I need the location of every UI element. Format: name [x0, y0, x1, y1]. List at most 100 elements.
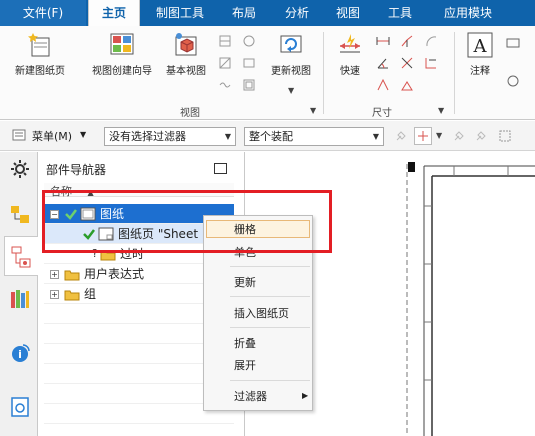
sheet-icon	[98, 227, 114, 241]
expand-icon[interactable]: +	[50, 290, 59, 299]
tree-label-out-of-date: 过时	[120, 247, 145, 261]
new-sheet-label: 新建图纸页	[15, 66, 65, 77]
checkmark-icon	[65, 209, 77, 220]
broken-view-icon[interactable]	[242, 56, 256, 70]
info-feed-icon[interactable]: i	[9, 342, 31, 364]
note-label: 注释	[470, 66, 490, 77]
menu-separator	[230, 266, 310, 267]
drawing-view-icon[interactable]	[242, 78, 256, 92]
detail-view-icon[interactable]	[242, 34, 256, 48]
ribbon: 新建图纸页 视图创建向导 基本视图 更新视图 ▼ 视图 ▼ 快速 尺寸 ▼ A …	[0, 26, 535, 120]
new-sheet-icon	[27, 32, 53, 58]
tab-file[interactable]: 文件(F)	[0, 0, 86, 26]
menu-button[interactable]: 菜单(M)	[32, 128, 72, 144]
datum-feature-icon[interactable]	[506, 74, 520, 88]
linear-dimension-icon[interactable]	[376, 34, 390, 48]
arc-dimension-icon[interactable]	[424, 34, 438, 48]
snap-icon	[418, 131, 428, 141]
menu-item-monochrome[interactable]: 单色	[234, 244, 256, 262]
selection-filter-select[interactable]: 没有选择过滤器 ▼	[104, 127, 236, 146]
chevron-down-icon: ▼	[224, 132, 231, 141]
base-view-icon	[173, 32, 199, 58]
menu-item-insert-sheet[interactable]: 插入图纸页	[234, 305, 289, 323]
folder-icon	[64, 270, 80, 281]
note-button[interactable]: A 注释	[460, 32, 500, 77]
menu-separator	[230, 327, 310, 328]
menu-item-update[interactable]: 更新	[234, 274, 256, 292]
rapid-dimension-button[interactable]: 快速	[330, 32, 370, 77]
name-column-header[interactable]: 名称 ▲	[44, 183, 234, 198]
menu-item-grid[interactable]: 栅格	[206, 220, 310, 238]
radial-dimension-icon[interactable]	[400, 34, 414, 48]
sort-arrow-icon: ▲	[87, 188, 94, 197]
menu-separator	[230, 296, 310, 297]
select-feature-icon[interactable]	[452, 129, 466, 143]
tab-drafting-tools[interactable]: 制图工具	[142, 0, 218, 26]
section-view-icon[interactable]	[218, 56, 232, 70]
select-pin-icon[interactable]	[394, 129, 408, 143]
update-view-button[interactable]: 更新视图	[266, 32, 316, 77]
update-view-icon	[278, 32, 304, 58]
menu-item-expand[interactable]: 展开	[234, 357, 256, 375]
perimeter-dimension-icon[interactable]	[400, 78, 414, 92]
tab-view[interactable]: 视图	[326, 0, 370, 26]
update-view-label: 更新视图	[271, 66, 311, 77]
assembly-navigator-icon[interactable]	[9, 204, 31, 226]
history-icon[interactable]	[9, 396, 31, 418]
tab-tools[interactable]: 工具	[378, 0, 422, 26]
collapse-icon[interactable]: −	[50, 210, 59, 219]
thickness-dimension-icon[interactable]	[376, 78, 390, 92]
settings-gear-icon[interactable]	[9, 158, 31, 180]
view-wizard-label: 视图创建向导	[92, 66, 152, 77]
select-body-icon[interactable]	[474, 129, 488, 143]
menu-bar: 文件(F) 主页 制图工具 布局 分析 视图 工具 应用模块	[0, 0, 535, 26]
tab-applications[interactable]: 应用模块	[432, 0, 504, 26]
menu-item-filter[interactable]: 过滤器	[234, 388, 267, 406]
angular-dimension-icon[interactable]	[376, 56, 390, 70]
part-navigator-tab[interactable]	[4, 236, 38, 276]
view-group-label: 视图	[180, 108, 200, 119]
menu-item-collapse[interactable]: 折叠	[234, 335, 256, 353]
dimension-group-label: 尺寸	[372, 108, 392, 119]
svg-text:i: i	[18, 348, 22, 361]
maximize-icon[interactable]	[214, 163, 227, 174]
menu-separator	[230, 380, 310, 381]
snap-button[interactable]	[414, 127, 432, 145]
tree-label-user-expressions: 用户表达式	[84, 267, 145, 281]
expand-icon[interactable]: +	[50, 270, 59, 279]
tab-home[interactable]: 主页	[88, 0, 140, 26]
assembly-scope-select[interactable]: 整个装配 ▼	[244, 127, 384, 146]
ribbon-separator	[323, 32, 324, 114]
menu-dropdown-icon[interactable]: ▼	[80, 130, 86, 139]
tab-layout[interactable]: 布局	[222, 0, 266, 26]
reuse-library-icon[interactable]	[9, 288, 31, 310]
part-navigator-title: 部件导航器	[46, 163, 107, 177]
tree-label-sheet: 图纸页 "Sheet 1	[118, 227, 210, 241]
ordinate-dimension-icon[interactable]	[424, 56, 438, 70]
context-menu: 栅格 单色 更新 插入图纸页 折叠 展开 过滤器 ▶	[203, 215, 313, 411]
question-icon: ?	[92, 247, 98, 260]
feature-control-frame-icon[interactable]	[506, 36, 520, 50]
new-sheet-button[interactable]: 新建图纸页	[8, 32, 72, 77]
view-group-expand-icon[interactable]: ▼	[310, 106, 316, 115]
note-icon: A	[467, 32, 493, 58]
view-creation-wizard-button[interactable]: 视图创建向导	[88, 32, 156, 77]
dimension-group-expand-icon[interactable]: ▼	[438, 106, 444, 115]
tab-analysis[interactable]: 分析	[274, 0, 320, 26]
folder-icon	[100, 250, 116, 261]
drawing-icon	[80, 207, 96, 221]
base-view-button[interactable]: 基本视图	[160, 32, 212, 77]
view-wizard-icon	[109, 32, 135, 58]
projected-view-icon[interactable]	[218, 34, 232, 48]
assembly-scope-value: 整个装配	[249, 130, 293, 143]
rapid-dimension-icon	[337, 32, 363, 58]
menu-icon	[12, 129, 28, 143]
base-view-label: 基本视图	[166, 66, 206, 77]
select-region-icon[interactable]	[498, 129, 512, 143]
view-break-icon[interactable]	[218, 78, 232, 92]
tree-label-drawing: 图纸	[100, 207, 125, 221]
update-view-dropdown-icon[interactable]: ▼	[288, 86, 294, 95]
chamfer-dimension-icon[interactable]	[400, 56, 414, 70]
tree-label-groups: 组	[84, 287, 97, 301]
snap-dropdown-icon[interactable]: ▼	[436, 131, 442, 140]
